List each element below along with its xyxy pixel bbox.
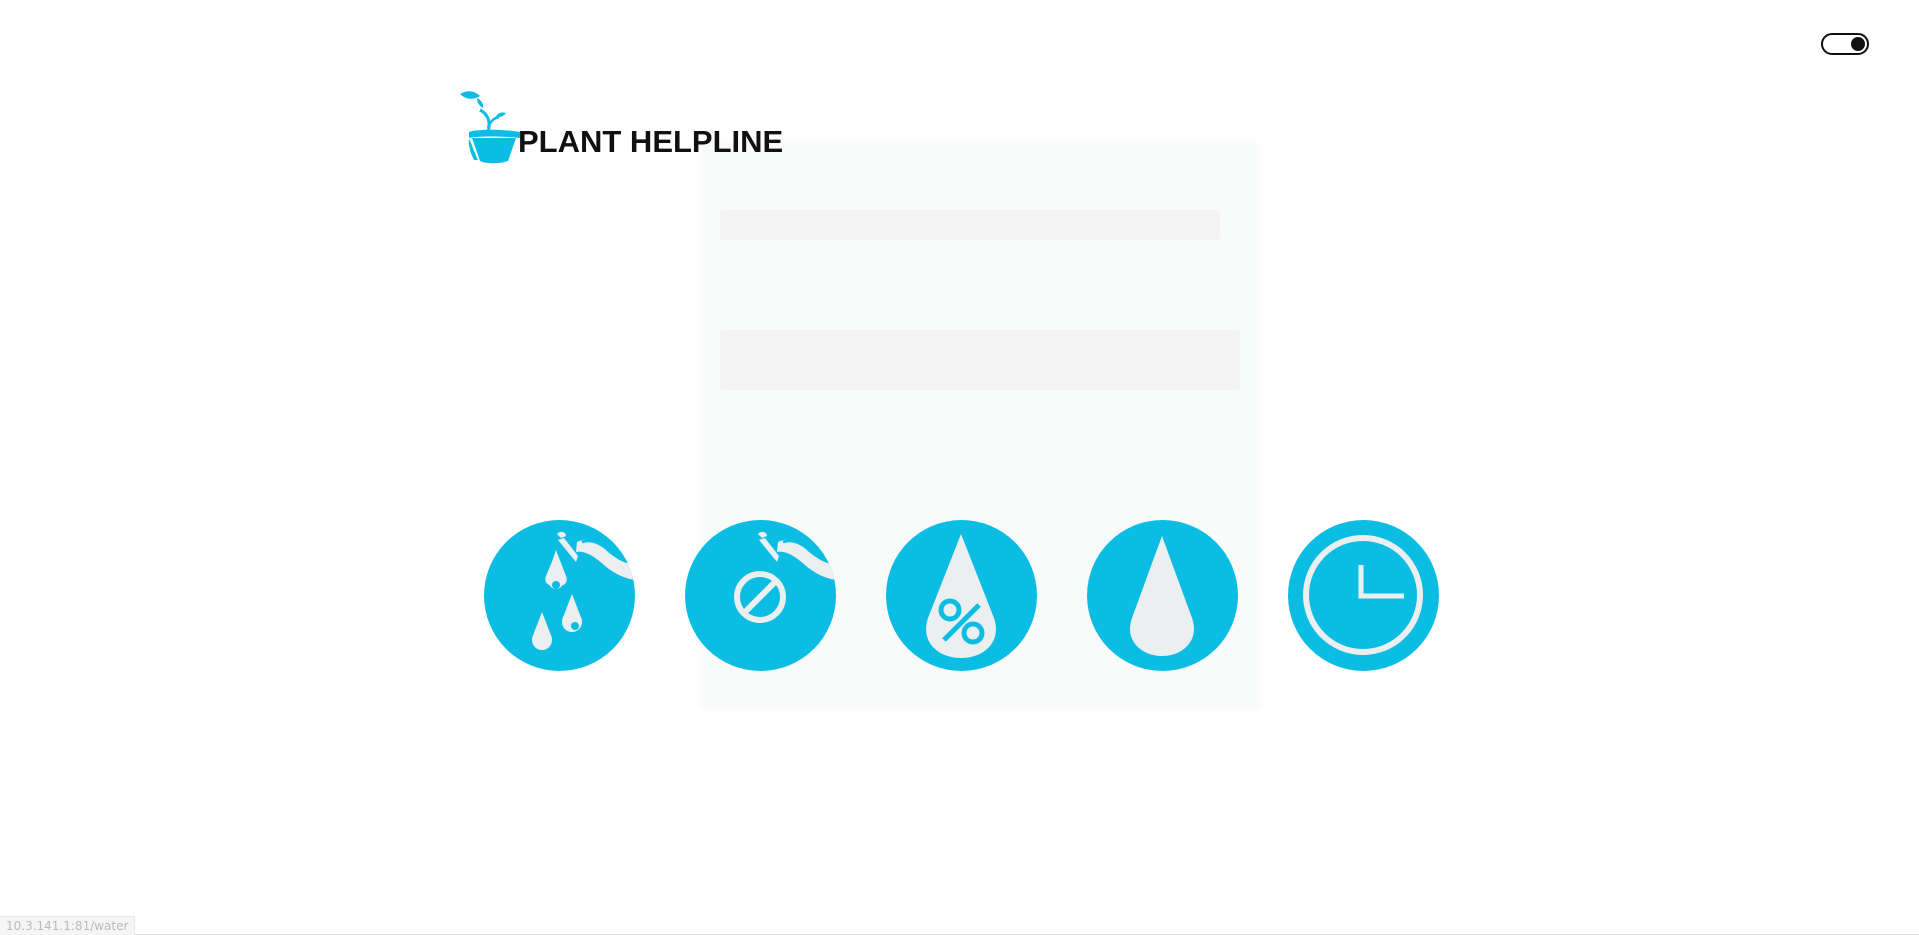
- page: PLANT HELPLINE 10.3.141.1:81/water: [0, 0, 1919, 935]
- watering-can-drops-icon: [532, 531, 635, 650]
- drop-percent-icon: [926, 534, 996, 658]
- ghost-toolbar: [720, 210, 1220, 240]
- clock-icon: [1303, 535, 1423, 655]
- stop-watering-button[interactable]: [685, 520, 836, 671]
- plant-pot-icon: [460, 91, 520, 164]
- water-level-button[interactable]: [1087, 520, 1238, 671]
- ghost-row: [720, 330, 1240, 390]
- logo: PLANT HELPLINE: [458, 88, 783, 166]
- water-plant-button[interactable]: [484, 520, 635, 671]
- theme-toggle[interactable]: [1821, 33, 1869, 55]
- app-title: PLANT HELPLINE: [518, 124, 784, 159]
- drop-icon: [1129, 536, 1195, 656]
- action-buttons: [484, 520, 1439, 671]
- toggle-knob: [1851, 37, 1865, 51]
- watering-can-no-icon: [734, 531, 836, 623]
- status-bar-url: 10.3.141.1:81/water: [0, 916, 136, 935]
- schedule-button[interactable]: [1288, 520, 1439, 671]
- moisture-percent-button[interactable]: [886, 520, 1037, 671]
